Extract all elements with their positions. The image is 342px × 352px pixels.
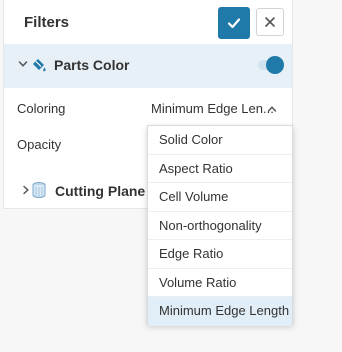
dropdown-option[interactable]: Edge Ratio xyxy=(148,240,292,269)
parts-color-toggle[interactable] xyxy=(258,56,284,74)
dropdown-option[interactable]: Solid Color xyxy=(148,126,292,155)
dropdown-option[interactable]: Volume Ratio xyxy=(148,269,292,297)
paint-bucket-icon xyxy=(33,59,46,72)
panel-header: Filters xyxy=(4,0,292,44)
opacity-label: Opacity xyxy=(17,137,62,152)
close-button[interactable] xyxy=(256,8,284,36)
chevron-right-icon[interactable] xyxy=(21,185,31,195)
toggle-knob xyxy=(266,56,284,74)
section-parts-color[interactable]: Parts Color xyxy=(4,44,292,88)
dropdown-option[interactable]: Non-orthogonality xyxy=(148,212,292,240)
chevron-up-icon[interactable] xyxy=(267,104,277,114)
coloring-dropdown: Solid Color Aspect Ratio Cell Volume Non… xyxy=(147,125,293,326)
dropdown-option[interactable]: Cell Volume xyxy=(148,183,292,212)
panel-title: Filters xyxy=(24,14,70,31)
section-title: Parts Color xyxy=(54,57,130,73)
coloring-select[interactable]: Minimum Edge Len... xyxy=(151,101,274,116)
dropdown-option[interactable]: Aspect Ratio xyxy=(148,155,292,183)
coloring-label: Coloring xyxy=(17,101,66,116)
chevron-down-icon[interactable] xyxy=(18,59,28,69)
close-icon xyxy=(265,17,275,27)
confirm-button[interactable] xyxy=(218,7,250,39)
dropdown-option-selected[interactable]: Minimum Edge Length xyxy=(148,297,292,326)
section-title: Cutting Plane 1 xyxy=(55,183,150,199)
cylinder-icon xyxy=(32,182,46,198)
check-icon xyxy=(227,18,241,29)
